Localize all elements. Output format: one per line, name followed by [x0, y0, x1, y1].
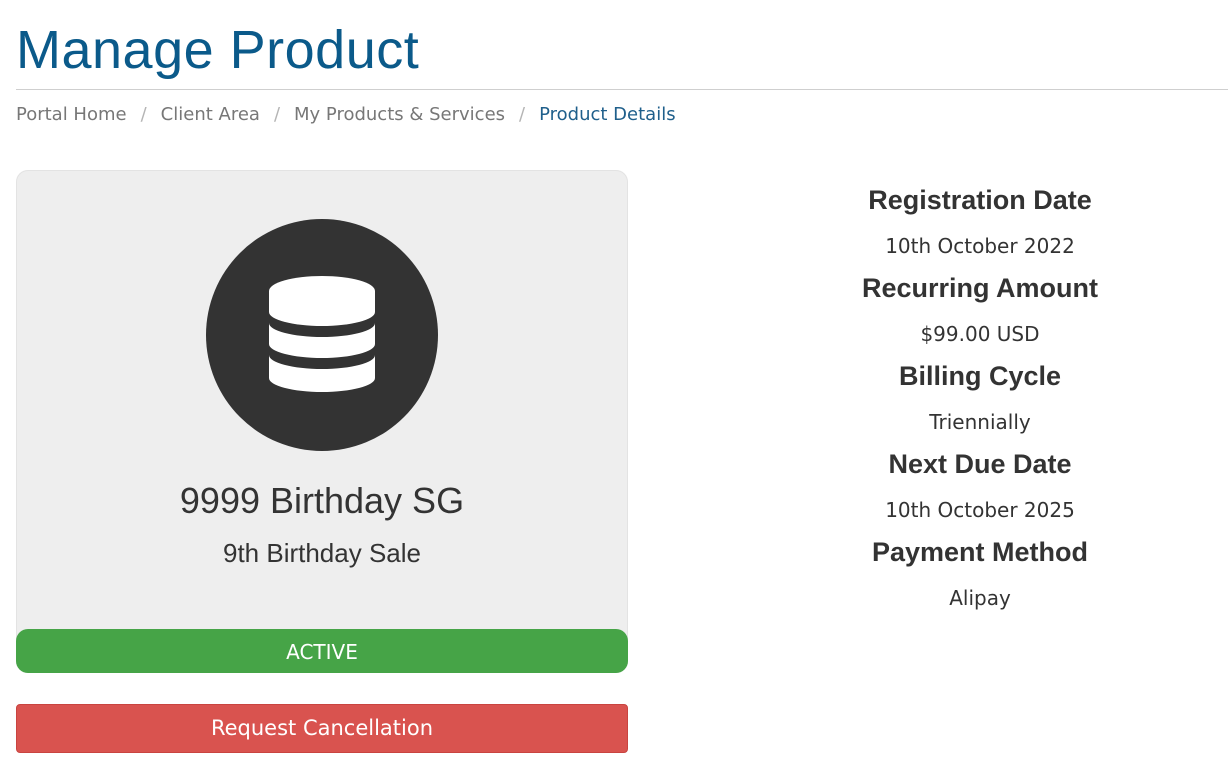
- title-divider: [16, 89, 1228, 90]
- payment-method-label: Payment Method: [871, 537, 1089, 567]
- registration-date-value: 10th October 2022: [885, 234, 1075, 258]
- breadcrumb-separator: /: [140, 104, 147, 125]
- breadcrumb-client-area[interactable]: Client Area: [161, 104, 260, 125]
- payment-method-value: Alipay: [949, 586, 1011, 610]
- recurring-amount-label: Recurring Amount: [862, 273, 1098, 303]
- billing-cycle-value: Triennially: [929, 410, 1031, 434]
- breadcrumb-portal-home[interactable]: Portal Home: [16, 104, 127, 125]
- registration-date-label: Registration Date: [868, 185, 1092, 215]
- breadcrumb: Portal Home / Client Area / My Products & Se…: [16, 102, 676, 128]
- manage-product-page: Manage Product Portal Home / Client Area / M…: [0, 0, 1228, 768]
- breadcrumb-separator: /: [273, 104, 281, 125]
- breadcrumb-product-details: Product Details: [539, 104, 676, 125]
- request-cancellation-button[interactable]: Request Cancellation: [16, 704, 628, 753]
- breadcrumb-my-products-services[interactable]: My Products & Services: [294, 104, 505, 125]
- next-due-date-label: Next Due Date: [888, 449, 1072, 479]
- product-group: 9th Birthday Sale: [222, 538, 421, 568]
- product-card: 9999 Birthday SG 9th Birthday Sale ACTIV…: [16, 170, 628, 673]
- product-name: 9999 Birthday SG: [179, 480, 465, 521]
- product-details-panel: Registration Date 10th October 2022 Recu…: [740, 180, 1220, 620]
- breadcrumb-separator: /: [519, 104, 526, 125]
- recurring-amount-value: $99.00 USD: [920, 322, 1040, 346]
- database-icon: [206, 219, 438, 451]
- billing-cycle-label: Billing Cycle: [898, 361, 1062, 391]
- next-due-date-value: 10th October 2025: [885, 498, 1075, 522]
- page-title: Manage Product: [16, 20, 420, 80]
- status-badge: ACTIVE: [16, 629, 628, 673]
